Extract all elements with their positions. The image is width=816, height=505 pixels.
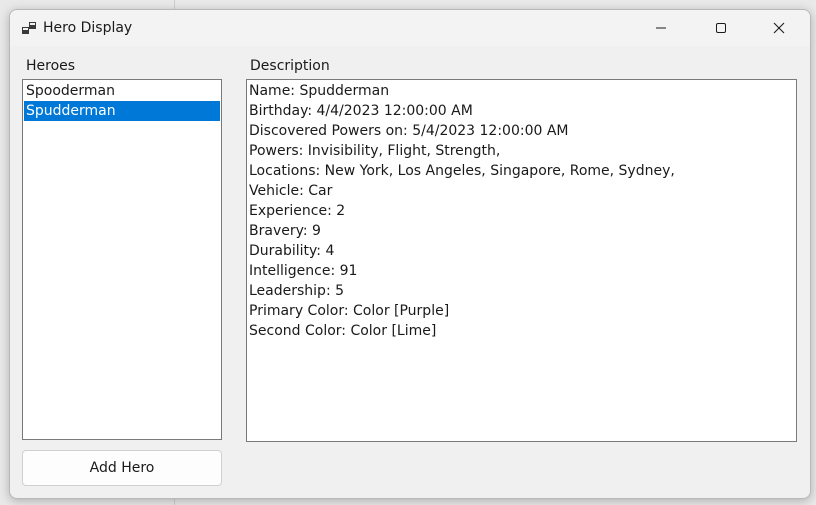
minimize-button[interactable] [638,10,684,46]
description-line: Birthday: 4/4/2023 12:00:00 AM [249,103,473,119]
maximize-icon [715,19,727,38]
description-line: Locations: New York, Los Angeles, Singap… [249,163,675,179]
description-line: Leadership: 5 [249,283,345,299]
description-line: Intelligence: 91 [249,263,358,279]
heroes-listbox[interactable]: Spooderman Spudderman [22,79,222,440]
close-button[interactable] [756,10,802,46]
description-line: Primary Color: Color [Purple] [249,303,450,319]
description-line: Durability: 4 [249,243,335,259]
close-icon [773,19,785,38]
maximize-button[interactable] [698,10,744,46]
description-line: Powers: Invisibility, Flight, Strength, [249,143,501,159]
description-line: Second Color: Color [Lime] [249,323,437,339]
app-window-icon [21,20,37,36]
description-line: Discovered Powers on: 5/4/2023 12:00:00 … [249,123,569,139]
description-label: Description [250,58,330,74]
hero-list-item[interactable]: Spooderman [24,81,220,101]
minimize-icon [655,19,667,38]
window-title: Hero Display [43,20,133,36]
title-bar[interactable]: Hero Display [10,10,810,46]
add-hero-button[interactable]: Add Hero [22,450,222,486]
description-line: Name: Spudderman [249,83,390,99]
heroes-label: Heroes [26,58,76,74]
description-line: Experience: 2 [249,203,346,219]
description-textbox[interactable]: Name: Spudderman Birthday: 4/4/2023 12:0… [246,79,797,442]
description-line: Vehicle: Car [249,183,333,199]
hero-list-item-selected[interactable]: Spudderman [24,101,220,121]
hero-display-window: Hero Display Heroes Description Spooderm… [9,9,811,499]
description-line: Bravery: 9 [249,223,321,239]
